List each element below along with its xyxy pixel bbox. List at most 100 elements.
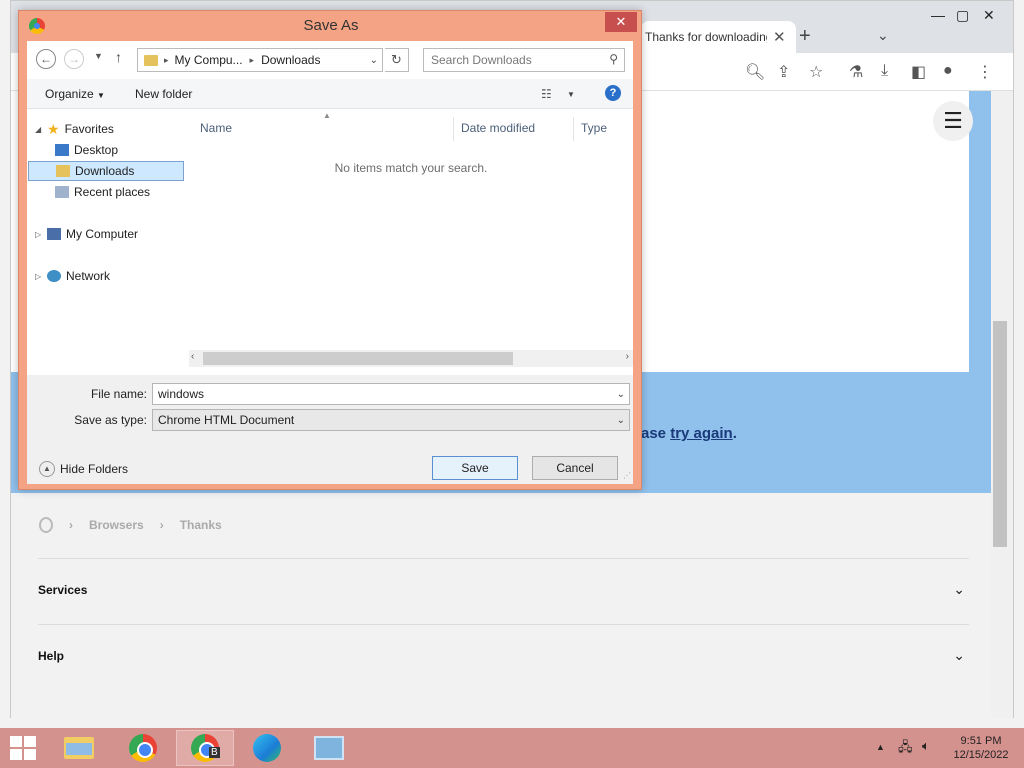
browser-tab[interactable]: Thanks for downloading ✕	[641, 21, 796, 53]
navigation-pane: ◢ ★ Favorites Desktop Downloads Recent p…	[27, 109, 185, 367]
cancel-button[interactable]: Cancel	[532, 456, 618, 480]
maximize-icon[interactable]: ▢	[956, 7, 969, 24]
hero-message: ase try again.	[641, 425, 737, 442]
collapse-triangle-icon[interactable]: ◢	[35, 125, 43, 134]
opera-logo-icon[interactable]	[39, 517, 53, 533]
star-icon: ★	[47, 120, 60, 137]
column-divider[interactable]	[573, 117, 574, 141]
column-date-modified[interactable]: Date modified	[461, 121, 535, 135]
save-type-label: Save as type:	[74, 413, 147, 427]
tray-overflow-icon[interactable]: ▲	[876, 742, 885, 752]
search-input[interactable]	[424, 49, 598, 71]
address-bar[interactable]: ▸ My Compu... ▸ Downloads ⌄	[137, 48, 383, 72]
windows-logo-icon	[24, 736, 36, 747]
taskbar-control-panel[interactable]	[300, 730, 358, 766]
breadcrumb: › Browsers › Thanks	[39, 517, 222, 533]
dialog-close-button[interactable]: ✕	[605, 12, 637, 32]
bookmark-star-icon[interactable]: ☆	[809, 62, 823, 82]
command-bar: Organize ▼ New folder ☷ ▼ ?	[27, 79, 633, 109]
forward-arrow-icon[interactable]: →	[64, 49, 84, 69]
accordion-services[interactable]: Services ⌄	[38, 558, 969, 620]
labs-flask-icon[interactable]: ⚗	[849, 62, 863, 82]
empty-message: No items match your search.	[334, 161, 488, 175]
side-panel-icon[interactable]: ◧	[911, 62, 926, 82]
new-folder-button[interactable]: New folder	[135, 87, 192, 101]
expand-triangle-icon[interactable]: ▷	[35, 230, 43, 239]
minimize-icon[interactable]: —	[931, 7, 945, 23]
taskbar-chrome-beta[interactable]: B	[176, 730, 234, 766]
column-name[interactable]: Name	[200, 121, 232, 135]
clock[interactable]: 9:51 PM 12/15/2022	[948, 734, 1014, 762]
scroll-right-icon[interactable]: ›	[626, 351, 629, 362]
accordion-help[interactable]: Help ⌄	[38, 624, 969, 686]
column-divider[interactable]	[453, 117, 454, 141]
column-type[interactable]: Type	[581, 121, 607, 135]
file-name-dropdown-icon[interactable]: ⌄	[617, 389, 625, 400]
share-icon[interactable]: ⇪	[777, 62, 790, 82]
refresh-icon[interactable]: ↻	[385, 48, 409, 72]
nav-favorites[interactable]: ◢ ★ Favorites	[35, 119, 114, 139]
save-type-dropdown-icon[interactable]: ⌄	[617, 415, 625, 426]
taskbar-file-explorer[interactable]	[50, 730, 108, 766]
hide-folders-label: Hide Folders	[60, 462, 129, 476]
chevron-down-icon: ⌄	[953, 581, 965, 597]
tab-close-icon[interactable]: ✕	[773, 28, 786, 46]
clock-time: 9:51 PM	[960, 735, 1002, 747]
scroll-left-icon[interactable]: ‹	[191, 351, 194, 362]
chrome-badge: B	[209, 747, 220, 758]
hamburger-menu-icon[interactable]: ☰	[933, 101, 973, 141]
zoom-icon[interactable]: 🔍︎	[745, 62, 765, 82]
expand-triangle-icon[interactable]: ▷	[35, 272, 43, 281]
breadcrumb-chevron-icon[interactable]: ▸	[250, 55, 255, 66]
address-dropdown-icon[interactable]: ⌄	[370, 55, 378, 66]
recent-places-icon	[55, 186, 69, 198]
taskbar-chrome[interactable]	[114, 730, 172, 766]
view-options-icon[interactable]: ☷	[541, 87, 552, 101]
nav-recent-label: Recent places	[74, 185, 151, 199]
taskbar-edge[interactable]	[238, 730, 296, 766]
network-tray-icon[interactable]: 🖧	[898, 738, 913, 760]
collapse-up-icon: ▲	[39, 461, 55, 477]
nav-network[interactable]: ▷ Network	[35, 266, 110, 286]
breadcrumb-chevron-icon: ▸	[164, 54, 169, 65]
hero-message-text: ase	[641, 425, 667, 442]
nav-downloads[interactable]: Downloads	[28, 161, 184, 181]
nav-desktop[interactable]: Desktop	[55, 140, 118, 160]
volume-icon[interactable]: 🔈︎	[922, 738, 930, 754]
browser-close-icon[interactable]: ✕	[983, 7, 995, 24]
profile-avatar-icon[interactable]: ●	[943, 62, 953, 80]
breadcrumb-separator-icon: ›	[159, 518, 164, 532]
horizontal-scrollbar[interactable]: ‹ ›	[189, 350, 633, 367]
search-icon[interactable]: ⚲	[609, 52, 618, 66]
help-icon[interactable]: ?	[605, 85, 621, 101]
file-name-field[interactable]: windows ⌄	[152, 383, 630, 405]
file-list-pane: ▲ Name Date modified Type No items match…	[189, 109, 633, 367]
view-chevron-icon[interactable]: ▼	[567, 90, 575, 99]
save-type-select[interactable]: Chrome HTML Document ⌄	[152, 409, 630, 431]
up-arrow-icon[interactable]: ↑	[115, 49, 122, 65]
start-button[interactable]	[10, 736, 38, 762]
nav-recent-places[interactable]: Recent places	[55, 182, 150, 202]
windows-logo-icon	[10, 736, 22, 747]
address-current[interactable]: Downloads	[261, 53, 320, 67]
nav-favorites-label: Favorites	[64, 122, 114, 136]
save-button[interactable]: Save	[432, 456, 518, 480]
tab-search-chevron-icon[interactable]: ⌄	[877, 27, 889, 44]
breadcrumb-browsers[interactable]: Browsers	[89, 518, 144, 532]
horizontal-scrollbar-thumb[interactable]	[203, 352, 513, 365]
file-name-value[interactable]: windows	[158, 387, 204, 401]
nav-my-computer[interactable]: ▷ My Computer	[35, 224, 138, 244]
try-again-link[interactable]: try again	[670, 425, 733, 442]
address-root[interactable]: My Compu...	[175, 53, 243, 67]
organize-button[interactable]: Organize ▼	[45, 87, 105, 101]
download-icon[interactable]: ⤓	[881, 62, 888, 80]
back-arrow-icon[interactable]: ←	[36, 49, 56, 69]
recent-locations-chevron-icon[interactable]: ▼	[94, 51, 103, 61]
new-tab-button[interactable]: +	[799, 25, 811, 48]
resize-grip-icon[interactable]: ⋰	[623, 471, 631, 480]
breadcrumb-thanks: Thanks	[179, 518, 222, 532]
hide-folders-button[interactable]: ▲ Hide Folders	[39, 461, 128, 477]
more-menu-icon[interactable]: ⋮	[977, 62, 993, 82]
search-box[interactable]: ⚲	[423, 48, 625, 72]
page-scrollbar-thumb[interactable]	[993, 321, 1007, 547]
